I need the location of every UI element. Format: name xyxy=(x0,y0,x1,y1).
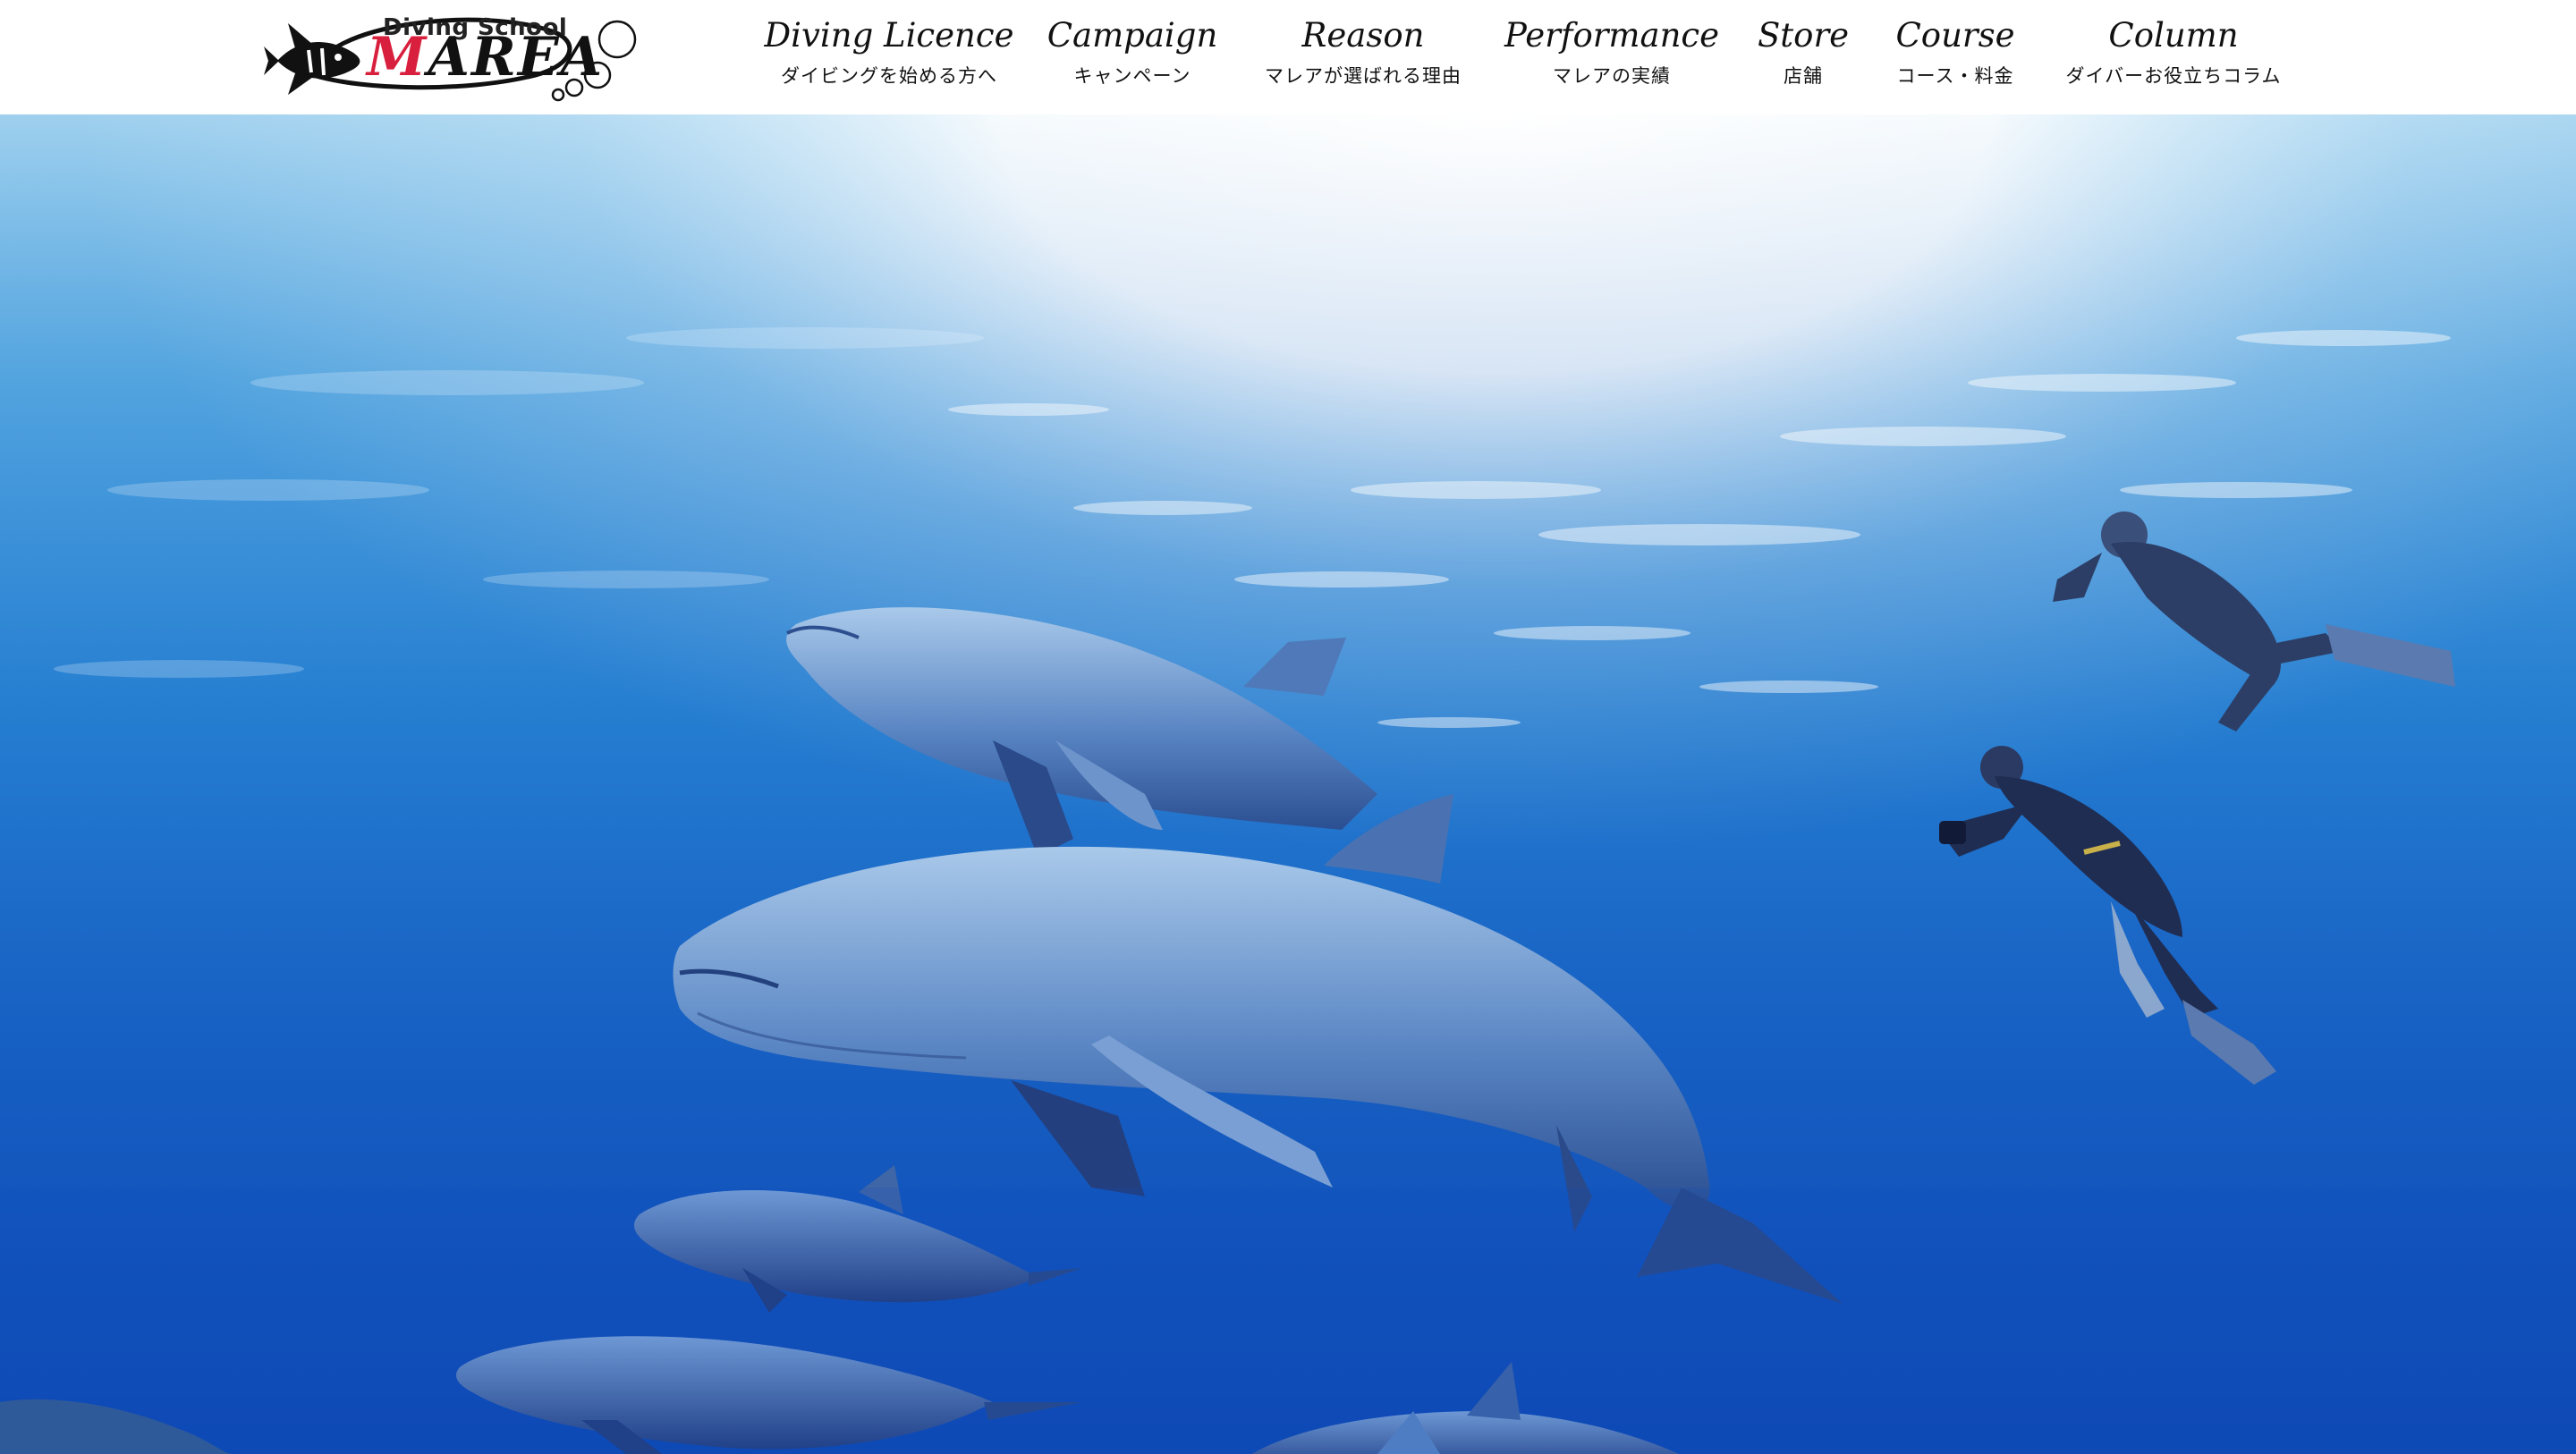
main-nav: Diving Licence ダイビングを始める方へ Campaign キャンペ… xyxy=(0,0,2576,114)
nav-item-en: Course xyxy=(1895,16,2015,55)
nav-item-en: Campaign xyxy=(1046,16,1218,55)
nav-item-ja: ダイビングを始める方へ xyxy=(780,64,997,87)
nav-item-ja: マレアが選ばれる理由 xyxy=(1265,64,1462,87)
nav-item-reason[interactable]: Reason マレアが選ばれる理由 xyxy=(1265,16,1462,89)
nav-item-store[interactable]: Store 店舗 xyxy=(1757,16,1850,89)
nav-item-course[interactable]: Course コース・料金 xyxy=(1895,16,2015,89)
nav-item-diving-licence[interactable]: Diving Licence ダイビングを始める方へ xyxy=(764,16,1014,89)
nav-item-en: Reason xyxy=(1301,16,1425,55)
site-header: Diving School MAREA Diving Licence ダイビング… xyxy=(0,0,2576,114)
nav-item-column[interactable]: Column ダイバーお役立ちコラム xyxy=(2065,16,2282,89)
nav-item-en: Diving Licence xyxy=(764,16,1014,55)
hero-image xyxy=(0,114,2576,1454)
nav-item-en: Column xyxy=(2108,16,2239,55)
nav-item-en: Store xyxy=(1757,16,1850,55)
underwater-scene xyxy=(0,114,2576,1454)
nav-item-ja: キャンペーン xyxy=(1073,64,1191,87)
nav-item-ja: マレアの実績 xyxy=(1552,64,1671,87)
page: Diving School MAREA Diving Licence ダイビング… xyxy=(0,0,2576,1454)
nav-item-ja: 店舗 xyxy=(1783,64,1823,87)
nav-item-ja: コース・料金 xyxy=(1896,64,2014,87)
nav-item-campaign[interactable]: Campaign キャンペーン xyxy=(1046,16,1218,89)
nav-item-performance[interactable]: Performance マレアの実績 xyxy=(1504,16,1720,89)
nav-item-ja: ダイバーお役立ちコラム xyxy=(2065,64,2282,87)
nav-item-en: Performance xyxy=(1504,16,1720,55)
